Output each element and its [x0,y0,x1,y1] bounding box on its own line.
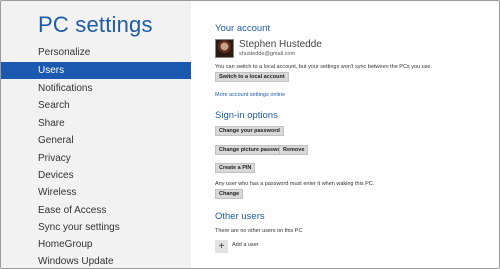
sidebar-item-wireless[interactable]: Wireless [1,184,191,201]
sidebar-item-search[interactable]: Search [1,97,191,114]
switch-account-info: You can switch to a local account, but y… [215,64,432,70]
page-title: PC settings [38,12,153,37]
sidebar-item-homegroup[interactable]: HomeGroup [1,236,191,253]
sidebar-item-general[interactable]: General [1,132,191,149]
your-account-heading: Your account [215,23,271,34]
user-name: Stephen Hustedde [239,39,322,50]
sidebar: PC settings Personalize Users Notificati… [1,1,191,268]
switch-to-local-account-button[interactable]: Switch to a local account [215,72,289,82]
avatar [215,39,234,58]
change-wake-setting-button[interactable]: Change [215,189,244,199]
sidebar-item-sync-settings[interactable]: Sync your settings [1,219,191,236]
add-user-button[interactable]: + [215,240,228,253]
sidebar-item-privacy[interactable]: Privacy [1,150,191,167]
sign-in-options-heading: Sign-in options [215,110,278,121]
create-pin-button[interactable]: Create a PIN [215,163,256,173]
sidebar-item-ease-of-access[interactable]: Ease of Access [1,202,191,219]
sidebar-item-windows-update[interactable]: Windows Update [1,253,191,269]
sidebar-item-notifications[interactable]: Notifications [1,80,191,97]
remove-picture-password-button[interactable]: Remove [279,145,309,155]
sidebar-item-share[interactable]: Share [1,115,191,132]
sidebar-item-users[interactable]: Users [1,62,191,79]
plus-icon: + [218,240,225,252]
other-users-heading: Other users [215,211,265,222]
main-panel: Your account Stephen Hustedde shustedde@… [191,1,499,268]
user-email: shustedde@gmail.com [239,51,296,57]
no-other-users-text: There are no other users on this PC [215,228,303,234]
sidebar-item-personalize[interactable]: Personalize [1,44,191,61]
add-user-label[interactable]: Add a user [232,242,259,248]
more-account-settings-link[interactable]: More account settings online [215,92,285,98]
sidebar-item-devices[interactable]: Devices [1,167,191,184]
change-password-button[interactable]: Change your password [215,126,284,136]
wake-password-info: Any user who has a password must enter i… [215,181,375,187]
